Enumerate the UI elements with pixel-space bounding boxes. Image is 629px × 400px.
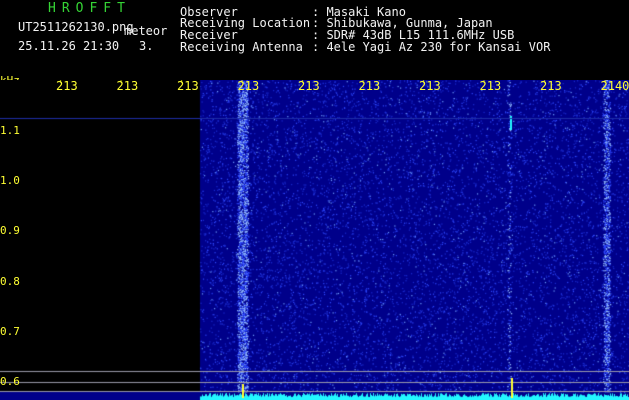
meteor-label: meteor [124, 24, 168, 38]
file-name: UT2511262130.png [18, 20, 134, 34]
app-title: HROFFT [48, 1, 131, 16]
antenna-label: Receiving Antenna [180, 40, 303, 54]
x-tick-label: 213 [177, 79, 199, 93]
count-value: 3. [139, 39, 154, 53]
y-tick-label: 1.0 [0, 174, 20, 188]
antenna-value: : 4ele Yagi Az 230 for Kansai VOR [312, 40, 551, 54]
x-tick-label: 213 [479, 79, 502, 93]
y-tick-label: 0.9 [0, 224, 20, 238]
x-tick-label: 2140 [600, 79, 629, 93]
x-tick-label: 213 [237, 79, 260, 93]
y-tick-label: 0.8 [0, 274, 20, 288]
y-tick-label: 0.7 [0, 324, 20, 338]
date-time: 25.11.26 21:30 [18, 39, 120, 53]
x-tick-label: 213 [540, 79, 562, 93]
y-tick-label: 1.1 [0, 124, 20, 137]
y-tick-label: 0.6 [0, 375, 20, 388]
spectrogram [0, 80, 629, 400]
x-tick-label: 213 [419, 79, 441, 93]
x-tick-label: 213 [116, 79, 139, 93]
x-tick-label: 213 [56, 79, 78, 93]
x-tick-label: 213 [298, 79, 320, 93]
x-tick-label: 213 [358, 79, 381, 93]
